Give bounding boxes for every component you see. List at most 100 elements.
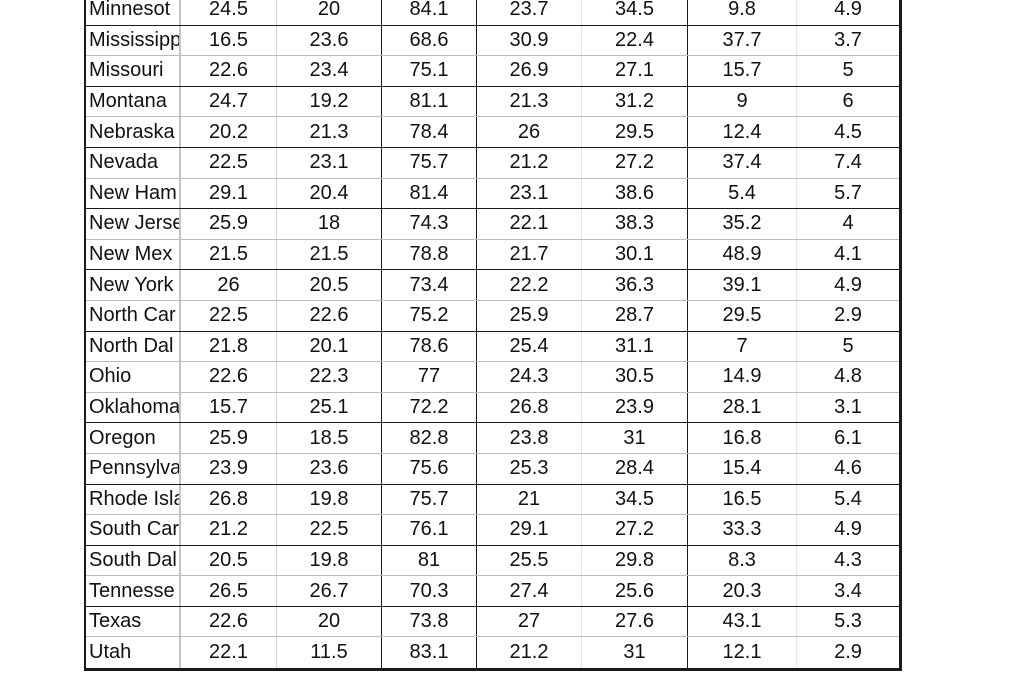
- value-cell[interactable]: 48.9: [688, 239, 797, 270]
- value-cell[interactable]: 26: [181, 270, 277, 300]
- value-cell[interactable]: 25.9: [477, 300, 582, 331]
- value-cell[interactable]: 24.5: [181, 0, 277, 25]
- value-cell[interactable]: 2.9: [797, 637, 899, 668]
- value-cell[interactable]: 23.6: [277, 453, 382, 484]
- value-cell[interactable]: 18: [277, 209, 382, 239]
- value-cell[interactable]: 21.5: [277, 239, 382, 270]
- state-name-cell[interactable]: Utah: [86, 637, 181, 669]
- value-cell[interactable]: 22.6: [181, 606, 277, 637]
- value-cell[interactable]: 6.1: [797, 423, 899, 453]
- value-cell[interactable]: 26.8: [181, 484, 277, 515]
- value-cell[interactable]: 20.5: [277, 270, 382, 300]
- value-cell[interactable]: 35.2: [688, 209, 797, 239]
- state-name-cell[interactable]: North Dal: [86, 331, 181, 362]
- value-cell[interactable]: 23.9: [582, 392, 688, 423]
- value-cell[interactable]: 70.3: [382, 576, 477, 606]
- value-cell[interactable]: 31: [582, 637, 688, 669]
- value-cell[interactable]: 9.8: [688, 0, 797, 25]
- value-cell[interactable]: 22.4: [582, 25, 688, 56]
- value-cell[interactable]: 23.7: [477, 0, 582, 25]
- value-cell[interactable]: 29.5: [688, 300, 797, 331]
- value-cell[interactable]: 81: [382, 545, 477, 576]
- value-cell[interactable]: 84.1: [382, 0, 477, 25]
- value-cell[interactable]: 26.8: [477, 392, 582, 423]
- state-name-cell[interactable]: Oklahoma: [86, 392, 181, 423]
- value-cell[interactable]: 23.1: [477, 178, 582, 209]
- value-cell[interactable]: 3.1: [797, 393, 899, 423]
- value-cell[interactable]: 29.1: [181, 178, 277, 209]
- state-name-cell[interactable]: South Dal: [86, 545, 181, 576]
- value-cell[interactable]: 21.2: [477, 637, 582, 669]
- value-cell[interactable]: 23.9: [181, 453, 277, 484]
- state-name-cell[interactable]: Tennesse: [86, 576, 181, 606]
- value-cell[interactable]: 28.7: [582, 300, 688, 331]
- value-cell[interactable]: 21.7: [477, 239, 582, 270]
- value-cell[interactable]: 4.5: [797, 117, 899, 147]
- value-cell[interactable]: 4.9: [797, 515, 899, 545]
- value-cell[interactable]: 24.7: [181, 86, 277, 117]
- value-cell[interactable]: 4.9: [797, 270, 899, 300]
- state-name-cell[interactable]: North Car: [86, 300, 181, 331]
- value-cell[interactable]: 21.2: [477, 147, 582, 178]
- value-cell[interactable]: 21.2: [181, 515, 277, 545]
- value-cell[interactable]: 3.7: [797, 26, 899, 56]
- value-cell[interactable]: 25.4: [477, 331, 582, 362]
- state-name-cell[interactable]: New Mex: [86, 239, 181, 270]
- value-cell[interactable]: 5.4: [688, 178, 797, 209]
- value-cell[interactable]: 15.4: [688, 453, 797, 484]
- value-cell[interactable]: 23.4: [277, 56, 382, 86]
- value-cell[interactable]: 22.6: [181, 56, 277, 86]
- value-cell[interactable]: 30.1: [582, 239, 688, 270]
- value-cell[interactable]: 28.4: [582, 453, 688, 484]
- value-cell[interactable]: 31.1: [582, 331, 688, 362]
- value-cell[interactable]: 20.5: [181, 545, 277, 576]
- value-cell[interactable]: 25.9: [181, 209, 277, 239]
- value-cell[interactable]: 23.8: [477, 423, 582, 453]
- value-cell[interactable]: 26.7: [277, 576, 382, 606]
- value-cell[interactable]: 22.1: [477, 209, 582, 239]
- value-cell[interactable]: 27: [477, 606, 582, 637]
- value-cell[interactable]: 76.1: [382, 515, 477, 545]
- value-cell[interactable]: 16.5: [688, 484, 797, 515]
- value-cell[interactable]: 77: [382, 362, 477, 392]
- value-cell[interactable]: 23.1: [277, 147, 382, 178]
- value-cell[interactable]: 73.8: [382, 606, 477, 637]
- value-cell[interactable]: 74.3: [382, 209, 477, 239]
- value-cell[interactable]: 12.1: [688, 637, 797, 669]
- value-cell[interactable]: 6: [797, 87, 899, 117]
- value-cell[interactable]: 22.5: [277, 515, 382, 545]
- value-cell[interactable]: 29.1: [477, 515, 582, 545]
- value-cell[interactable]: 75.7: [382, 147, 477, 178]
- value-cell[interactable]: 19.8: [277, 545, 382, 576]
- value-cell[interactable]: 78.8: [382, 239, 477, 270]
- value-cell[interactable]: 20: [277, 0, 382, 25]
- state-name-cell[interactable]: New Ham: [86, 178, 181, 209]
- value-cell[interactable]: 73.4: [382, 270, 477, 300]
- value-cell[interactable]: 26.5: [181, 576, 277, 606]
- value-cell[interactable]: 25.5: [477, 545, 582, 576]
- value-cell[interactable]: 20.1: [277, 331, 382, 362]
- value-cell[interactable]: 7.4: [797, 148, 899, 178]
- value-cell[interactable]: 14.9: [688, 362, 797, 392]
- value-cell[interactable]: 24.3: [477, 362, 582, 392]
- value-cell[interactable]: 30.5: [582, 362, 688, 392]
- state-name-cell[interactable]: Rhode Isla: [86, 484, 181, 515]
- value-cell[interactable]: 75.2: [382, 300, 477, 331]
- value-cell[interactable]: 5: [797, 56, 899, 86]
- value-cell[interactable]: 75.6: [382, 453, 477, 484]
- value-cell[interactable]: 22.5: [181, 147, 277, 178]
- state-name-cell[interactable]: South Car: [86, 515, 181, 545]
- value-cell[interactable]: 28.1: [688, 392, 797, 423]
- value-cell[interactable]: 37.7: [688, 25, 797, 56]
- state-name-cell[interactable]: Ohio: [86, 362, 181, 392]
- value-cell[interactable]: 22.2: [477, 270, 582, 300]
- value-cell[interactable]: 31.2: [582, 86, 688, 117]
- value-cell[interactable]: 22.1: [181, 637, 277, 669]
- value-cell[interactable]: 18.5: [277, 423, 382, 453]
- value-cell[interactable]: 83.1: [382, 637, 477, 669]
- state-name-cell[interactable]: Montana: [86, 86, 181, 117]
- value-cell[interactable]: 20.3: [688, 576, 797, 606]
- value-cell[interactable]: 34.5: [582, 0, 688, 25]
- value-cell[interactable]: 4.9: [797, 0, 899, 25]
- value-cell[interactable]: 15.7: [688, 56, 797, 86]
